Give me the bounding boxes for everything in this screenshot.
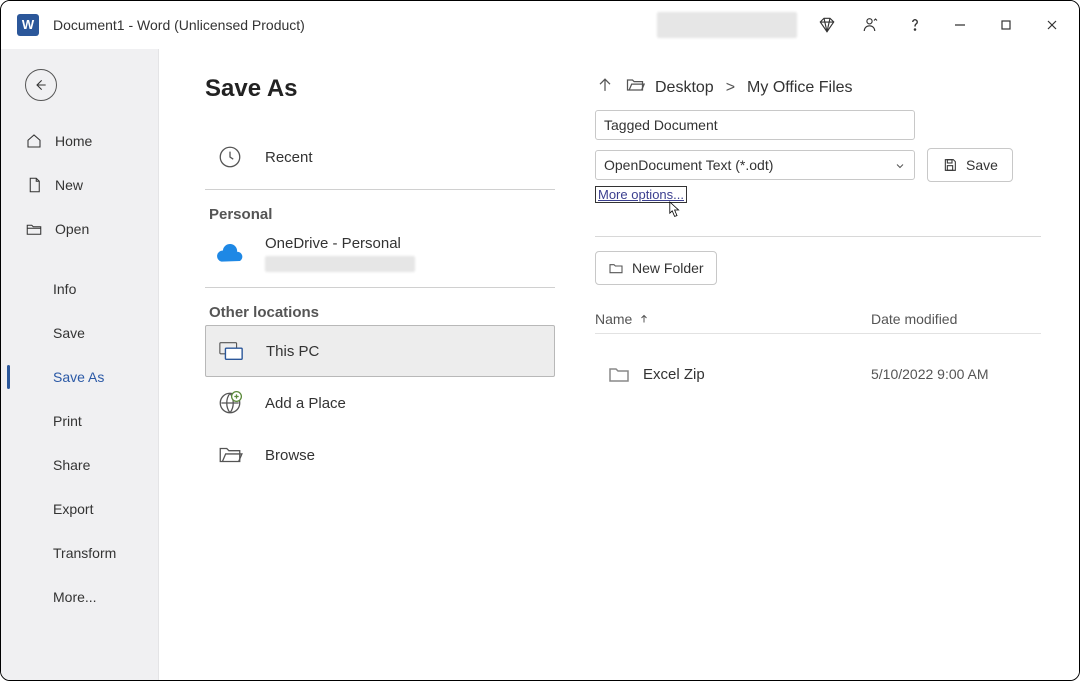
location-label: This PC — [266, 343, 319, 360]
sidebar-new[interactable]: New — [1, 163, 158, 207]
titlebar: W Document1 - Word (Unlicensed Product) — [1, 1, 1079, 49]
maximize-button[interactable] — [983, 5, 1029, 45]
new-folder-label: New Folder — [632, 260, 704, 276]
sidebar-share[interactable]: Share — [1, 443, 158, 487]
location-label: OneDrive - Personal — [265, 235, 415, 252]
page-title: Save As — [205, 75, 555, 103]
save-pane: Desktop > My Office Files OpenDocument T… — [595, 75, 1041, 680]
filetype-select[interactable]: OpenDocument Text (*.odt) — [595, 150, 915, 180]
browse-folder-icon — [213, 442, 247, 468]
app-window: W Document1 - Word (Unlicensed Product) — [0, 0, 1080, 681]
sidebar-label: New — [55, 177, 83, 193]
file-row[interactable]: Excel Zip 5/10/2022 9:00 AM — [595, 334, 1041, 414]
word-app-icon: W — [17, 14, 39, 36]
save-button-label: Save — [966, 157, 998, 173]
help-icon[interactable] — [893, 5, 937, 45]
back-button[interactable] — [25, 69, 57, 101]
divider — [595, 236, 1041, 237]
section-personal: Personal — [209, 206, 555, 223]
column-date[interactable]: Date modified — [871, 311, 1041, 327]
location-recent[interactable]: Recent — [205, 131, 555, 183]
sidebar-export[interactable]: Export — [1, 487, 158, 531]
sidebar-save[interactable]: Save — [1, 311, 158, 355]
locations-column: Save As Recent Personal OneDrive - Perso… — [205, 75, 555, 680]
folder-icon — [625, 75, 645, 100]
crumb-current[interactable]: My Office Files — [747, 79, 853, 97]
folder-icon — [595, 362, 643, 386]
location-label: Browse — [265, 447, 315, 464]
section-other: Other locations — [209, 304, 555, 321]
file-date: 5/10/2022 9:00 AM — [871, 366, 1041, 382]
location-label: Add a Place — [265, 395, 346, 412]
chevron-down-icon — [894, 159, 906, 175]
account-icon[interactable] — [849, 5, 893, 45]
window-title: Document1 - Word (Unlicensed Product) — [53, 17, 305, 33]
sidebar-home[interactable]: Home — [1, 119, 158, 163]
file-name: Excel Zip — [643, 366, 871, 383]
save-as-page: Save As Recent Personal OneDrive - Perso… — [159, 49, 1079, 680]
cursor-pointer-icon — [665, 200, 681, 220]
account-area-redacted — [657, 12, 797, 38]
location-label: Recent — [265, 149, 313, 166]
location-browse[interactable]: Browse — [205, 429, 555, 481]
breadcrumb: Desktop > My Office Files — [595, 75, 1041, 100]
save-button[interactable]: Save — [927, 148, 1013, 182]
sidebar-label: Home — [55, 133, 92, 149]
sidebar-print[interactable]: Print — [1, 399, 158, 443]
onedrive-icon — [213, 235, 247, 273]
crumb-desktop[interactable]: Desktop — [655, 79, 714, 97]
this-pc-icon — [214, 338, 248, 364]
filetype-value: OpenDocument Text (*.odt) — [604, 157, 773, 173]
onedrive-email-redacted — [265, 256, 415, 272]
diamond-icon[interactable] — [805, 5, 849, 45]
sort-up-icon — [638, 313, 650, 325]
minimize-button[interactable] — [937, 5, 983, 45]
location-add-place[interactable]: Add a Place — [205, 377, 555, 429]
sidebar-save-as[interactable]: Save As — [1, 355, 158, 399]
new-folder-button[interactable]: New Folder — [595, 251, 717, 285]
close-button[interactable] — [1029, 5, 1075, 45]
backstage-sidebar: Home New Open Info Save Save As Print Sh… — [1, 49, 159, 680]
sidebar-more[interactable]: More... — [1, 575, 158, 619]
divider — [205, 189, 555, 190]
sidebar-transform[interactable]: Transform — [1, 531, 158, 575]
location-onedrive[interactable]: OneDrive - Personal — [205, 227, 555, 281]
filename-input[interactable] — [595, 110, 915, 140]
file-list-header: Name Date modified — [595, 311, 1041, 334]
column-name[interactable]: Name — [595, 311, 871, 327]
up-arrow-icon[interactable] — [595, 75, 615, 100]
sidebar-label: Open — [55, 221, 89, 237]
add-place-icon — [213, 390, 247, 416]
sidebar-info[interactable]: Info — [1, 267, 158, 311]
sidebar-open[interactable]: Open — [1, 207, 158, 251]
divider — [205, 287, 555, 288]
location-this-pc[interactable]: This PC — [205, 325, 555, 377]
clock-icon — [213, 144, 247, 170]
crumb-separator: > — [726, 79, 735, 97]
